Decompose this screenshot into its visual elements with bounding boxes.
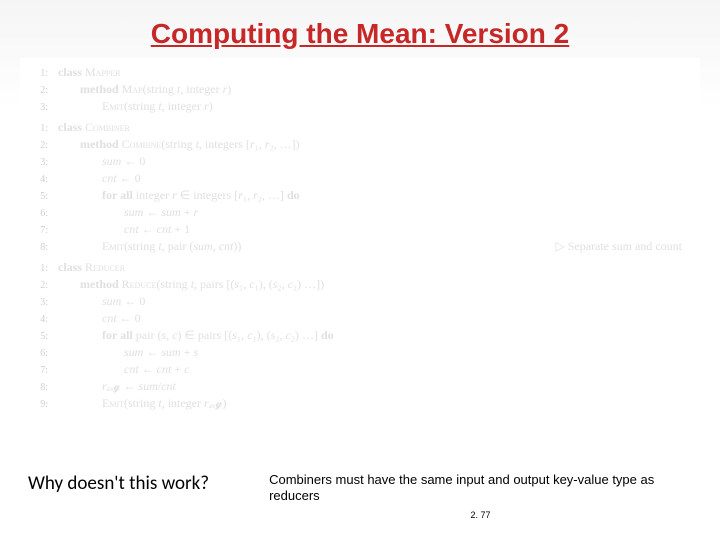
line-number: 3: bbox=[28, 156, 48, 170]
line-number: 1: bbox=[28, 67, 48, 81]
line-number: 8: bbox=[28, 241, 48, 255]
code-text: class Reducer bbox=[58, 259, 125, 276]
line-number: 6: bbox=[28, 207, 48, 221]
line-number: 2: bbox=[28, 84, 48, 98]
line-number: 9: bbox=[28, 398, 48, 412]
code-comment: ▷ Separate sum and count bbox=[555, 238, 682, 255]
code-text: for all integer r ∈ integers [r₁, r₂, …]… bbox=[58, 187, 300, 204]
code-line: 4: cnt ← 0 bbox=[28, 310, 692, 327]
code-text: method Reduce(string t, pairs [(s₁, c₁),… bbox=[58, 276, 324, 293]
code-line: 1: class Combiner bbox=[28, 119, 692, 136]
code-text: sum ← 0 bbox=[58, 153, 145, 170]
code-line: 9: Emit(string t, integer rₐᵥ𝓰) bbox=[28, 395, 692, 412]
code-line: 6: sum ← sum + r bbox=[28, 204, 692, 221]
code-line: 3: sum ← 0 bbox=[28, 293, 692, 310]
line-number: 6: bbox=[28, 347, 48, 361]
line-number: 8: bbox=[28, 381, 48, 395]
code-line: 8: rₐᵥ𝓰 ← sum/cnt bbox=[28, 378, 692, 395]
mapper-block: 1: class Mapper 2: method Map(string t, int… bbox=[28, 64, 692, 115]
question-text: Why doesn't this work? bbox=[28, 472, 209, 495]
code-line: 1: class Reducer bbox=[28, 259, 692, 276]
combiner-block: 1: class Combiner 2: method Combine(string … bbox=[28, 119, 692, 255]
code-text: cnt ← 0 bbox=[58, 310, 141, 327]
code-text: sum ← sum + s bbox=[58, 344, 198, 361]
code-text: Emit(string t, integer r) bbox=[58, 98, 213, 115]
code-text: sum ← sum + r bbox=[58, 204, 198, 221]
code-text: cnt ← 0 bbox=[58, 170, 141, 187]
line-number: 3: bbox=[28, 296, 48, 310]
code-line: 7: cnt ← cnt + c bbox=[28, 361, 692, 378]
note-group: Combiners must have the same input and o… bbox=[269, 472, 692, 521]
code-text: method Combine(string t, integers [r₁, r… bbox=[58, 136, 300, 153]
code-text: method Map(string t, integer r) bbox=[58, 81, 231, 98]
code-line: 3: sum ← 0 bbox=[28, 153, 692, 170]
code-text: cnt ← cnt + 1 bbox=[58, 221, 190, 238]
code-line: 7: cnt ← cnt + 1 bbox=[28, 221, 692, 238]
code-text: sum ← 0 bbox=[58, 293, 145, 310]
code-text: class Mapper bbox=[58, 64, 121, 81]
code-line: 5: for all integer r ∈ integers [r₁, r₂, … bbox=[28, 187, 692, 204]
code-line: 2: method Map(string t, integer r) bbox=[28, 81, 692, 98]
line-number: 2: bbox=[28, 279, 48, 293]
line-number: 1: bbox=[28, 122, 48, 136]
code-text: rₐᵥ𝓰 ← sum/cnt bbox=[58, 378, 176, 395]
code-text: for all pair (s, c) ∈ pairs [(s₁, c₁), (… bbox=[58, 327, 334, 344]
code-line: 5: for all pair (s, c) ∈ pairs [(s₁, c₁),… bbox=[28, 327, 692, 344]
page-number: 2. 77 bbox=[269, 510, 692, 520]
code-text: Emit(string t, integer rₐᵥ𝓰) bbox=[58, 395, 227, 412]
code-text: Emit(string t, pair (sum, cnt)) bbox=[58, 238, 241, 255]
line-number: 5: bbox=[28, 190, 48, 204]
reducer-block: 1: class Reducer 2: method Reduce(string t,… bbox=[28, 259, 692, 412]
code-line: 8: Emit(string t, pair (sum, cnt)) ▷ Separ… bbox=[28, 238, 692, 255]
line-number: 2: bbox=[28, 139, 48, 153]
code-line: 4: cnt ← 0 bbox=[28, 170, 692, 187]
code-line: 1: class Mapper bbox=[28, 64, 692, 81]
line-number: 3: bbox=[28, 101, 48, 115]
line-number: 4: bbox=[28, 313, 48, 327]
code-line: 2: method Reduce(string t, pairs [(s₁, c₁… bbox=[28, 276, 692, 293]
line-number: 5: bbox=[28, 330, 48, 344]
code-text: class Combiner bbox=[58, 119, 130, 136]
code-text: cnt ← cnt + c bbox=[58, 361, 189, 378]
line-number: 7: bbox=[28, 364, 48, 378]
note-text: Combiners must have the same input and o… bbox=[269, 472, 692, 505]
code-line: 3: Emit(string t, integer r) bbox=[28, 98, 692, 115]
bottom-row: Why doesn't this work? Combiners must ha… bbox=[0, 472, 720, 521]
line-number: 4: bbox=[28, 173, 48, 187]
pseudocode-block: 1: class Mapper 2: method Map(string t, int… bbox=[20, 58, 700, 422]
line-number: 1: bbox=[28, 262, 48, 276]
slide-title: Computing the Mean: Version 2 bbox=[0, 0, 720, 58]
code-line: 2: method Combine(string t, integers [r₁,… bbox=[28, 136, 692, 153]
line-number: 7: bbox=[28, 224, 48, 238]
code-line: 6: sum ← sum + s bbox=[28, 344, 692, 361]
